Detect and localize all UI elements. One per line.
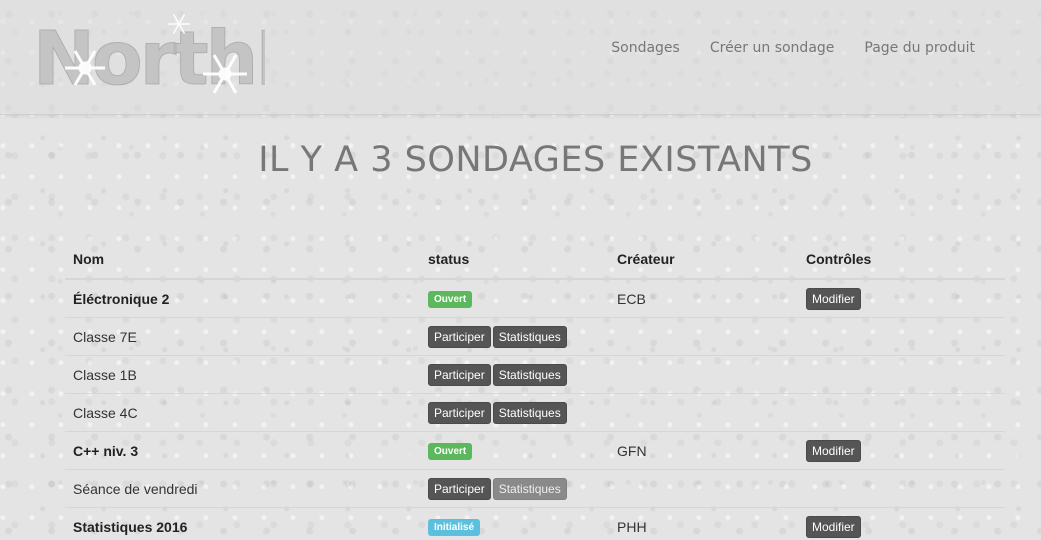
northpoll-logo-image: NorthPoll [33,14,265,102]
class-name: Séance de vendredi [65,469,420,508]
header-name: Nom [65,240,420,280]
statistiques-button[interactable]: Statistiques [492,325,567,348]
poll-row: C++ niv. 3 Ouvert GFN Modifier [65,431,1005,470]
header-controls: Contrôles [798,240,1005,280]
poll-creator: GFN [609,431,798,470]
class-name: Classe 7E [65,317,420,356]
modifier-button[interactable]: Modifier [806,287,861,310]
class-row: Classe 4C Participer Statistiques [65,393,1005,432]
poll-name: Éléctronique 2 [65,278,420,318]
polls-table: Nom status Créateur Contrôles Éléctroniq… [65,240,1005,540]
status-badge: Initialisé [428,519,481,536]
participer-button[interactable]: Participer [428,477,491,500]
northpoll-logo[interactable]: NorthPoll [33,12,265,102]
statistiques-button-disabled: Statistiques [492,477,567,500]
table-header-row: Nom status Créateur Contrôles [65,240,1005,280]
poll-name: Statistiques 2016 [65,507,420,540]
modifier-button[interactable]: Modifier [806,439,861,462]
poll-creator: PHH [609,507,798,540]
statistiques-button[interactable]: Statistiques [492,363,567,386]
status-badge: Ouvert [428,443,473,460]
class-row: Séance de vendredi Participer Statistique… [65,469,1005,508]
nav-creer-sondage[interactable]: Créer un sondage [710,40,835,56]
page-title: IL Y A 3 SONDAGES EXISTANTS [258,140,813,180]
participer-button[interactable]: Participer [428,363,491,386]
nav-menu: Sondages Créer un sondage Page du produi… [611,40,975,56]
svg-text:NorthPoll: NorthPoll [33,16,265,102]
statistiques-button[interactable]: Statistiques [492,401,567,424]
poll-name: C++ niv. 3 [65,431,420,470]
participer-button[interactable]: Participer [428,325,491,348]
modifier-button[interactable]: Modifier [806,515,861,538]
status-badge: Ouvert [428,291,473,308]
header-status: status [420,240,609,280]
navbar: NorthPoll Sondages Créer un sondage Page… [0,0,1041,115]
header-creator: Créateur [609,240,798,280]
class-name: Classe 1B [65,355,420,394]
nav-sondages[interactable]: Sondages [611,40,680,56]
poll-row: Éléctronique 2 Ouvert ECB Modifier [65,278,1005,318]
participer-button[interactable]: Participer [428,401,491,424]
class-name: Classe 4C [65,393,420,432]
nav-page-produit[interactable]: Page du produit [864,40,975,56]
class-row: Classe 1B Participer Statistiques [65,355,1005,394]
class-row: Classe 7E Participer Statistiques [65,317,1005,356]
poll-creator: ECB [609,278,798,318]
poll-row: Statistiques 2016 Initialisé PHH Modifie… [65,507,1005,540]
